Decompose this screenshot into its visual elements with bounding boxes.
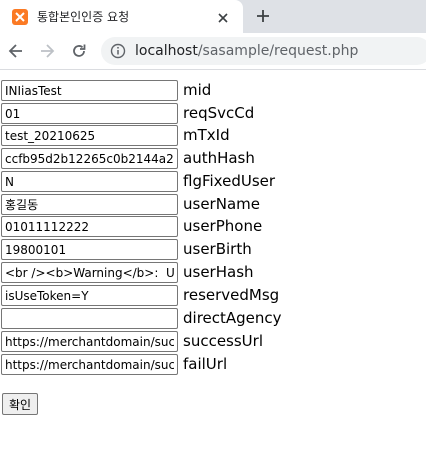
forward-arrow-icon[interactable] xyxy=(37,41,57,61)
back-arrow-icon[interactable] xyxy=(6,41,26,61)
active-tab[interactable]: 통합본인인증 요청 xyxy=(0,0,243,33)
info-icon[interactable] xyxy=(110,43,126,59)
flgFixedUser-input[interactable] xyxy=(1,171,178,192)
reload-icon[interactable] xyxy=(69,41,89,61)
userPhone-input[interactable] xyxy=(1,216,178,237)
tab-title: 통합본인인증 요청 xyxy=(37,10,130,24)
browser-toolbar: localhost/sasample/request.php xyxy=(0,33,426,70)
reqSvcCd-input[interactable] xyxy=(1,103,178,124)
new-tab-icon[interactable] xyxy=(255,8,271,24)
confirm-button[interactable]: 확인 xyxy=(2,393,39,415)
authHash-label: authHash xyxy=(183,149,255,167)
reqSvcCd-label: reqSvcCd xyxy=(183,104,255,122)
flgFixedUser-label: flgFixedUser xyxy=(183,172,276,190)
tab-bar: 통합본인인증 요청 xyxy=(0,0,426,33)
url-host: localhost xyxy=(135,43,198,59)
reservedMsg-input[interactable] xyxy=(1,285,178,306)
userHash-input[interactable] xyxy=(1,262,178,283)
successUrl-label: successUrl xyxy=(183,332,263,350)
userName-label: userName xyxy=(183,195,260,213)
mid-label: mid xyxy=(183,81,212,99)
request-form: mid reqSvcCd mTxId authHash flgFixedUser… xyxy=(0,70,426,461)
userBirth-input[interactable] xyxy=(1,239,178,260)
url-path: /sasample/request.php xyxy=(197,43,359,59)
mTxId-input[interactable] xyxy=(1,125,178,146)
userPhone-label: userPhone xyxy=(183,217,263,235)
successUrl-input[interactable] xyxy=(1,331,178,352)
reservedMsg-label: reservedMsg xyxy=(183,286,280,304)
close-icon[interactable] xyxy=(216,10,230,24)
failUrl-input[interactable] xyxy=(1,354,178,375)
userName-input[interactable] xyxy=(1,194,178,215)
favicon-icon xyxy=(12,9,28,25)
directAgency-label: directAgency xyxy=(183,309,282,327)
failUrl-label: failUrl xyxy=(183,355,228,373)
userBirth-label: userBirth xyxy=(183,240,252,258)
authHash-input[interactable] xyxy=(1,148,178,169)
userHash-label: userHash xyxy=(183,263,254,281)
url-text: localhost/sasample/request.php xyxy=(135,43,358,59)
mTxId-label: mTxId xyxy=(183,126,230,144)
directAgency-input[interactable] xyxy=(1,308,178,329)
mid-input[interactable] xyxy=(1,80,178,101)
address-bar[interactable]: localhost/sasample/request.php xyxy=(101,37,426,65)
